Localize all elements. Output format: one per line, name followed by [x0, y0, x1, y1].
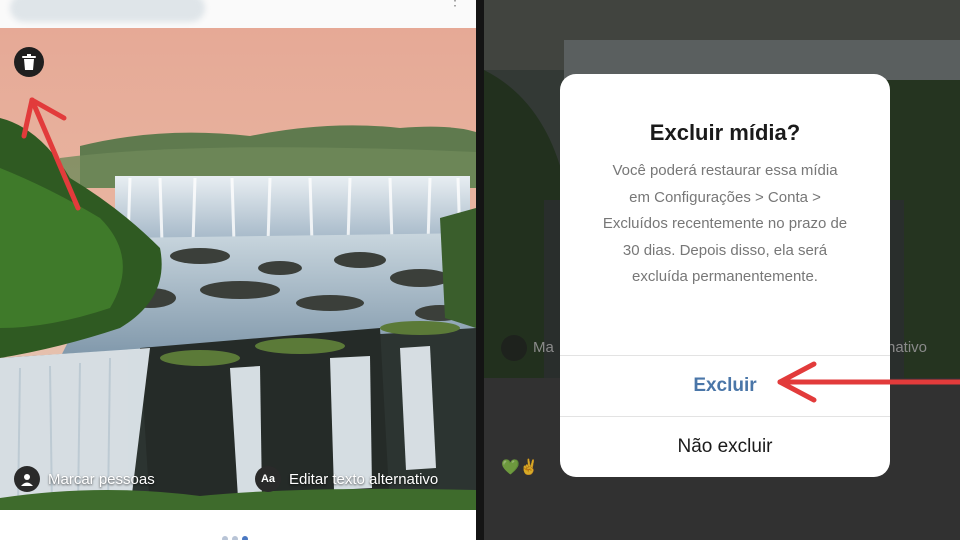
delete-media-dialog: Excluir mídia? Você poderá restaurar ess… [560, 74, 890, 477]
edit-alt-text-button[interactable]: Aa Editar texto alternativo [255, 466, 438, 492]
panel-divider [476, 0, 484, 540]
dialog-message: Você poderá restaurar essa mídia em Conf… [602, 162, 848, 285]
waterfall-photo [0, 28, 476, 510]
right-screenshot: Ma rnativo 💚✌ Excluir mídia? Você poderá… [484, 0, 960, 540]
edit-alt-text-label: Editar texto alternativo [289, 470, 439, 488]
left-screenshot: ⋮ Marcar pessoas Aa Editar texto alterna… [0, 0, 476, 540]
cancel-delete-button[interactable]: Não excluir [560, 416, 890, 477]
person-icon [14, 466, 40, 492]
tag-people-button[interactable]: Marcar pessoas [14, 466, 155, 492]
carousel-dot-active [242, 536, 248, 540]
confirm-delete-button[interactable]: Excluir [560, 355, 890, 416]
person-icon-dimmed [501, 335, 527, 361]
blurred-header [10, 0, 205, 22]
dialog-title: Excluir mídia? [649, 120, 801, 145]
more-options-icon[interactable]: ⋮ [448, 0, 462, 9]
top-bar: ⋮ [0, 0, 476, 28]
trash-icon [22, 54, 36, 70]
waterfall-image [0, 28, 476, 510]
carousel-dot [222, 536, 228, 540]
tag-people-label-dimmed: Ma [533, 339, 554, 356]
text-icon-label: Aa [260, 473, 276, 485]
delete-media-button[interactable] [14, 47, 44, 77]
text-icon: Aa [255, 466, 281, 492]
caption-emoji: 💚✌ [501, 459, 539, 476]
tag-people-label: Marcar pessoas [48, 470, 155, 488]
carousel-dot [232, 536, 238, 540]
carousel-footer [0, 510, 476, 540]
carousel-indicator [222, 536, 248, 540]
